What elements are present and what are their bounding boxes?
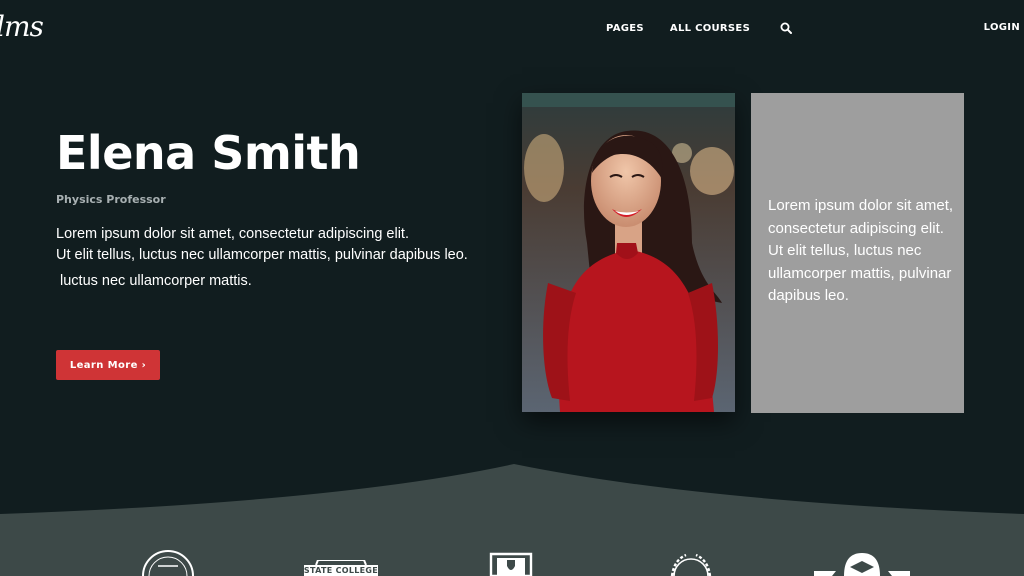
- learn-more-button[interactable]: Learn More ›: [56, 350, 160, 380]
- hero-description: Lorem ipsum dolor sit amet, consectetur …: [56, 224, 496, 266]
- university-seal-logo: [142, 550, 194, 576]
- profile-photo: [522, 93, 735, 412]
- state-college-label: STATE COLLEGE: [303, 566, 379, 575]
- description-line: Lorem ipsum dolor sit amet, consectetur …: [56, 226, 409, 242]
- laurel-badge-logo: [670, 553, 712, 576]
- login-link[interactable]: LOGIN: [984, 22, 1020, 33]
- nav-item-pages[interactable]: PAGES: [606, 23, 644, 34]
- brand-logo[interactable]: lms: [0, 10, 44, 43]
- job-title: Physics Professor: [56, 193, 166, 206]
- main-nav: PAGES ALL COURSES: [606, 22, 793, 34]
- shield-crest-logo: [489, 552, 533, 576]
- description-line: Ut elit tellus, luctus nec ullamcorper m…: [56, 247, 468, 263]
- graduation-cap-badge-logo: [814, 553, 910, 576]
- nav-item-all-courses[interactable]: ALL COURSES: [670, 23, 750, 34]
- search-icon[interactable]: [780, 22, 793, 34]
- hero-extra-text: luctus nec ullamcorper mattis.: [60, 273, 252, 289]
- quote-card: Lorem ipsum dolor sit amet, consectetur …: [751, 93, 964, 413]
- quote-text: Lorem ipsum dolor sit amet, consectetur …: [768, 197, 954, 305]
- page-title: Elena Smith: [56, 126, 361, 180]
- state-college-logo: STATE COLLEGE: [302, 560, 380, 576]
